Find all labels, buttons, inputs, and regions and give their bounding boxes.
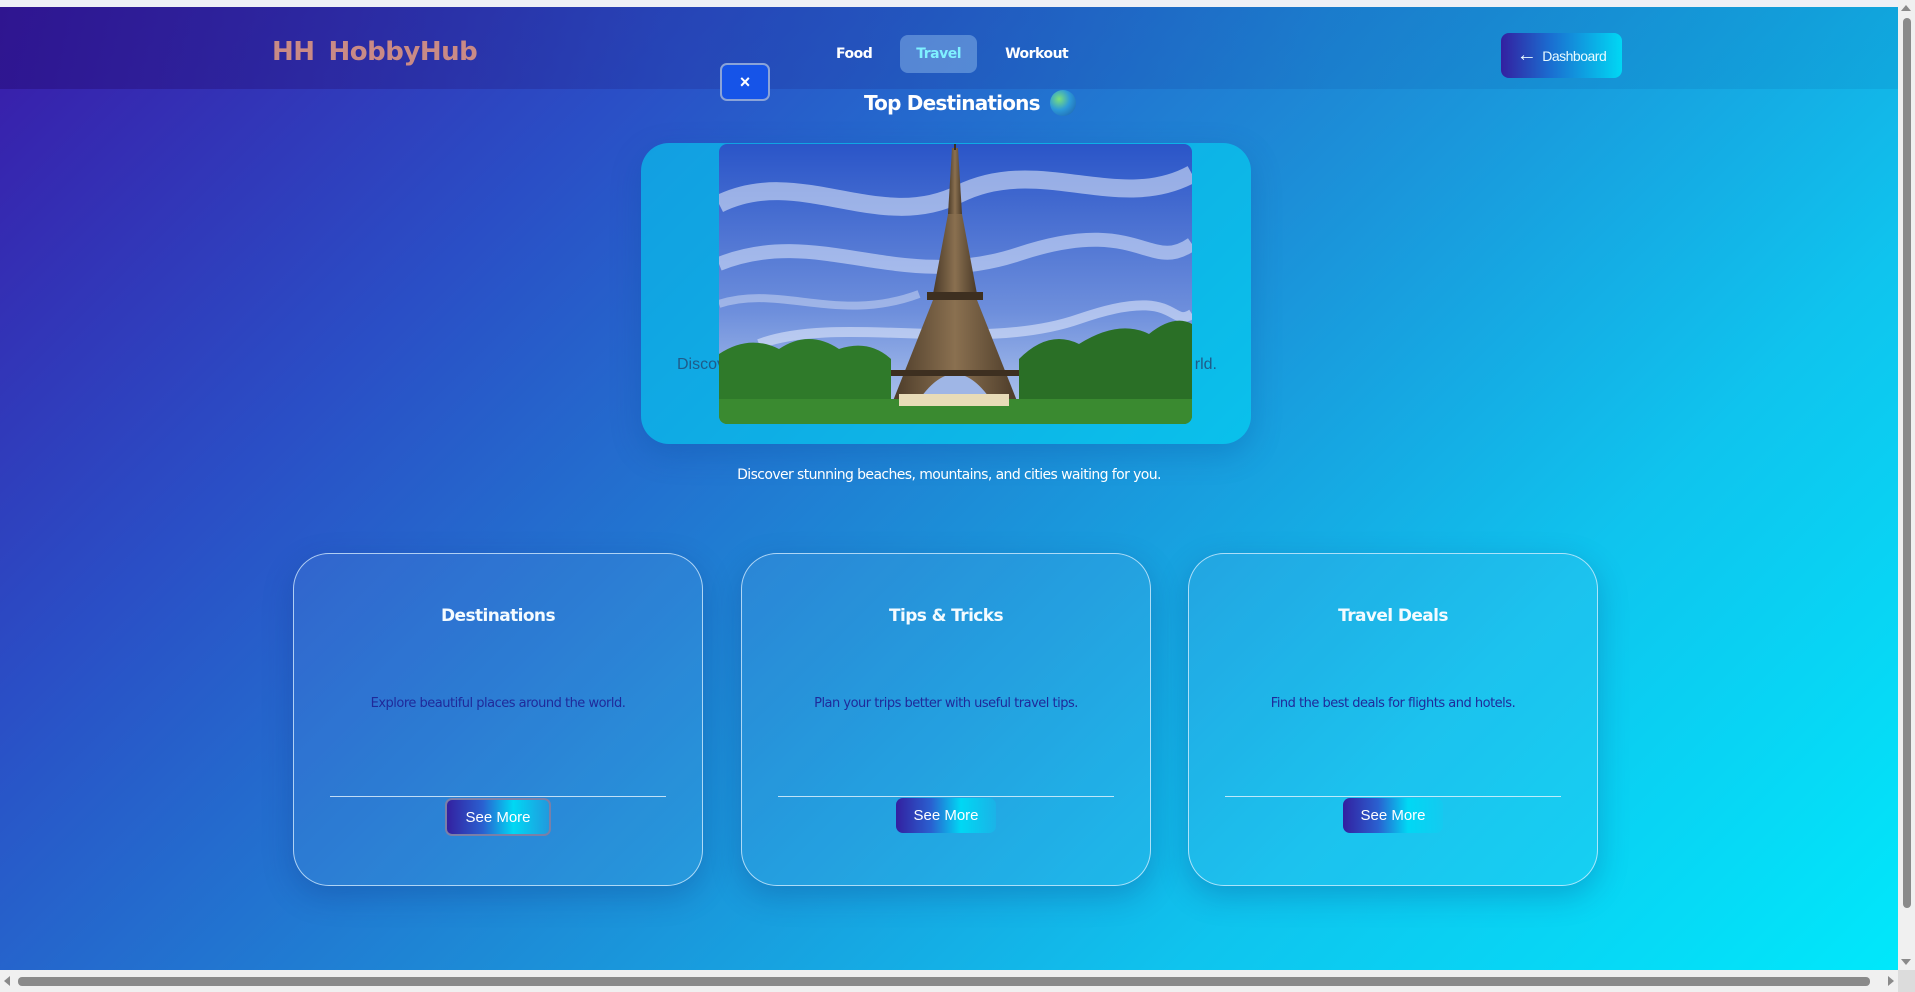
nav-item-food[interactable]: Food xyxy=(820,35,888,73)
hero-card-text-start: Discov xyxy=(677,356,726,373)
horizontal-scroll-thumb[interactable] xyxy=(18,977,1870,986)
card-title: Tips & Tricks xyxy=(888,606,1004,626)
hero-subtitle: Discover stunning beaches, mountains, an… xyxy=(737,467,1161,483)
nav-item-workout[interactable]: Workout xyxy=(989,35,1084,73)
card-title: Travel Deals xyxy=(1338,606,1448,626)
page-background: HH HobbyHub Food Travel Workout ← Dashbo… xyxy=(0,0,1898,970)
arrow-left-icon: ← xyxy=(1516,44,1537,66)
close-icon: × xyxy=(739,71,751,92)
card-travel-deals: Travel Deals Find the best deals for fli… xyxy=(1188,553,1598,886)
scroll-down-icon[interactable] xyxy=(1901,959,1911,965)
card-divider xyxy=(1225,796,1561,797)
vertical-scrollbar[interactable] xyxy=(1898,0,1915,970)
scroll-up-icon[interactable] xyxy=(1901,5,1911,11)
card-description: Plan your trips better with useful trave… xyxy=(814,696,1078,711)
see-more-button[interactable]: See More xyxy=(445,798,551,836)
card-description: Find the best deals for flights and hote… xyxy=(1270,696,1516,711)
hero-title: Top Destinations xyxy=(864,90,1076,116)
card-divider xyxy=(778,796,1114,797)
eiffel-tower-image xyxy=(719,144,1192,424)
card-divider xyxy=(330,796,666,797)
browser-top-edge xyxy=(0,0,1898,7)
card-description: Explore beautiful places around the worl… xyxy=(370,696,626,711)
vertical-scroll-thumb[interactable] xyxy=(1903,18,1911,908)
close-modal-button[interactable]: × xyxy=(720,63,770,101)
card-tips-tricks: Tips & Tricks Plan your trips better wit… xyxy=(741,553,1151,886)
scroll-left-icon[interactable] xyxy=(4,976,10,986)
scrollbar-corner xyxy=(1898,970,1915,992)
globe-icon xyxy=(1049,90,1076,116)
card-destinations: Destinations Explore beautiful places ar… xyxy=(293,553,703,886)
brand-initials: HH xyxy=(272,37,315,67)
scroll-right-icon[interactable] xyxy=(1888,976,1894,986)
horizontal-scrollbar[interactable] xyxy=(0,970,1898,992)
card-title: Destinations xyxy=(441,606,556,626)
hero-card-text-end: rld. xyxy=(1194,356,1217,373)
hero-title-text: Top Destinations xyxy=(864,91,1041,115)
nav-item-travel[interactable]: Travel xyxy=(900,35,978,73)
brand-logo[interactable]: HH HobbyHub xyxy=(272,37,478,67)
brand-name: HobbyHub xyxy=(328,37,478,67)
see-more-button[interactable]: See More xyxy=(1343,798,1443,833)
see-more-button[interactable]: See More xyxy=(896,798,996,833)
top-navbar: HH HobbyHub Food Travel Workout ← Dashbo… xyxy=(0,7,1898,89)
dashboard-button-label: Dashboard xyxy=(1542,47,1607,64)
dashboard-button[interactable]: ← Dashboard xyxy=(1501,33,1622,78)
nav-links: Food Travel Workout xyxy=(820,35,1084,73)
